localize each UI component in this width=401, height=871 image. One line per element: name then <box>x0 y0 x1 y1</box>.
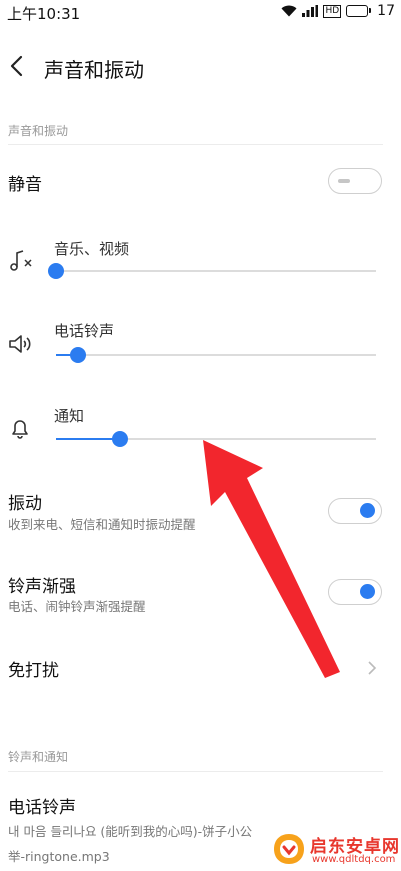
slider-fill <box>56 438 120 440</box>
toggle-knob <box>360 584 375 599</box>
crescendo-subtitle: 电话、闹钟铃声渐强提醒 <box>8 599 146 614</box>
toggle-knob <box>338 179 350 183</box>
battery-level: 17 <box>377 3 395 19</box>
vibrate-toggle[interactable] <box>328 498 382 524</box>
page-title: 声音和振动 <box>44 58 144 82</box>
battery-icon <box>346 5 372 17</box>
watermark: 启东安卓网 www.qdltdq.com <box>272 828 400 870</box>
slider-track <box>56 270 376 272</box>
ringtone-volume-slider[interactable] <box>56 347 376 363</box>
back-arrow-icon[interactable] <box>9 54 25 78</box>
signal-icon <box>302 5 319 17</box>
status-time: 上午10:31 <box>7 5 81 23</box>
slider-label-notification: 通知 <box>54 407 85 425</box>
ringtone-value-line2: 举-ringtone.mp3 <box>8 849 110 864</box>
toggle-knob <box>360 503 375 518</box>
chevron-right-icon <box>367 660 377 676</box>
ringtone-value-line1: 내 마음 들리나요 (能听到我的心吗)-饼子小公 <box>8 824 253 839</box>
notification-volume-slider[interactable] <box>56 431 376 447</box>
watermark-url: www.qdltdq.com <box>312 854 396 865</box>
music-muted-icon <box>8 248 34 272</box>
vibrate-subtitle: 收到来电、短信和通知时振动提醒 <box>8 517 196 532</box>
dnd-row[interactable]: 免打扰 <box>0 640 401 696</box>
mute-toggle[interactable] <box>328 168 382 194</box>
section-label-ringtone: 铃声和通知 <box>8 750 69 764</box>
slider-thumb[interactable] <box>112 431 128 447</box>
vibrate-label: 振动 <box>8 494 42 514</box>
ringtone-label: 电话铃声 <box>8 798 76 818</box>
status-icons: HD 17 <box>281 3 395 19</box>
status-bar: 上午10:31 HD 17 <box>0 0 401 24</box>
divider <box>8 144 383 145</box>
section-label-sound: 声音和振动 <box>8 124 69 138</box>
mute-label: 静音 <box>8 175 42 195</box>
hd-badge: HD <box>323 4 342 18</box>
divider <box>8 771 383 772</box>
slider-thumb[interactable] <box>70 347 87 363</box>
crescendo-label: 铃声渐强 <box>8 577 76 597</box>
wifi-icon <box>281 5 297 17</box>
slider-track <box>56 354 376 356</box>
watermark-logo-icon <box>272 832 306 866</box>
slider-label-music: 音乐、视频 <box>54 240 130 258</box>
header: 声音和振动 <box>0 44 401 90</box>
slider-label-ringtone: 电话铃声 <box>54 322 115 340</box>
crescendo-toggle[interactable] <box>328 579 382 605</box>
dnd-label: 免打扰 <box>8 661 59 681</box>
bell-icon <box>8 416 34 440</box>
speaker-icon <box>8 332 34 356</box>
music-volume-slider[interactable] <box>48 263 376 279</box>
slider-thumb[interactable] <box>48 263 64 279</box>
